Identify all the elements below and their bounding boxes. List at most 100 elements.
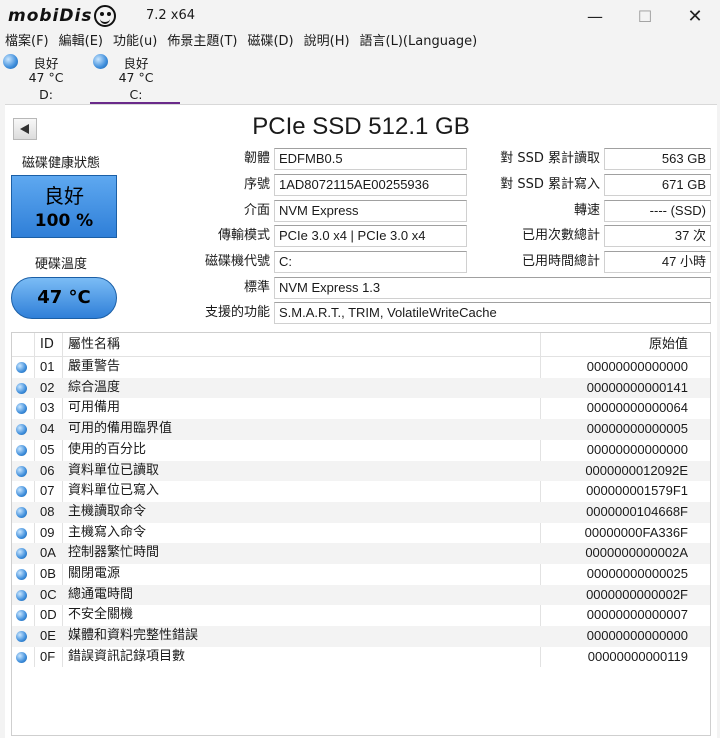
status-dot-icon [16,486,27,498]
attribute-id: 05 [40,441,55,457]
rotation-label: 轉速 [573,203,600,218]
transfer-mode-value: PCIe 3.0 x4 | PCIe 3.0 x4 [274,225,467,247]
table-row[interactable]: 04 可用的備用臨界值 00000000000005 [12,419,710,440]
attribute-id: 0D [40,607,57,623]
attribute-raw-value: 00000000000141 [586,379,688,395]
attribute-raw-value: 00000000000005 [586,421,688,437]
logo-text: mobiDis [8,6,93,26]
temperature-label: 硬碟溫度 [34,257,87,272]
health-percent: 100 % [34,211,94,231]
close-button[interactable]: ✕ [670,0,720,32]
status-dot-icon [93,54,108,69]
attribute-name: 主機寫入命令 [68,524,147,540]
attribute-id: 01 [40,359,55,374]
status-dot-icon [16,610,27,622]
attribute-raw-value: 0000000000002A [585,545,688,561]
attribute-raw-value: 000000001579F1 [586,483,688,499]
drive-letter: D: [39,87,53,102]
table-row[interactable]: 05 使用的百分比 00000000000000 [12,440,710,461]
table-row[interactable]: 0A 控制器繁忙時間 0000000000002A [12,543,710,564]
status-dot-icon [16,362,27,373]
table-row[interactable]: 0F 錯誤資訊記錄項目數 00000000000119 [12,647,710,668]
status-dot-icon [16,589,27,601]
attribute-name: 總通電時間 [68,586,134,602]
attribute-id: 0C [40,586,57,602]
main-panel: PCIe SSD 512.1 GB 磁碟健康狀態 良好 100 % 硬碟溫度 4… [5,104,717,738]
interface-label: 介面 [243,203,270,218]
attribute-id: 07 [40,483,55,499]
attribute-id: 04 [40,421,55,437]
table-row[interactable]: 01 嚴重警告 00000000000000 [12,357,710,378]
attribute-id: 0F [40,648,56,664]
attribute-raw-value: 00000000000000 [586,441,688,457]
drive-tab-d[interactable]: 良好 47 °C D: [0,52,90,104]
attribute-name: 不安全關機 [68,607,134,623]
attribute-name: 關閉電源 [68,566,121,581]
maximize-button[interactable]: ☐ [620,0,670,32]
table-row[interactable]: 0E 媒體和資料完整性錯誤 00000000000000 [12,626,710,647]
maximize-icon: ☐ [637,6,653,26]
features-value: S.M.A.R.T., TRIM, VolatileWriteCache [274,302,711,324]
status-dot-icon [16,424,27,436]
total-reads-label: 對 SSD 累計讀取 [500,151,600,166]
menu-language[interactable]: 語言(L)(Language) [355,32,483,52]
column-header-id[interactable]: ID [40,333,54,357]
table-header: ID 屬性名稱 原始值 [12,333,710,357]
attribute-id: 08 [40,503,55,519]
column-header-name[interactable]: 屬性名稱 [68,333,120,357]
drive-temp: 47 °C [118,70,154,85]
attribute-raw-value: 00000000000119 [587,648,688,664]
attribute-id: 06 [40,462,55,478]
attribute-raw-value: 00000000000000 [586,359,688,374]
firmware-label: 韌體 [243,151,270,166]
menu-disk[interactable]: 磁碟(D) [242,32,298,52]
attribute-name: 可用的備用臨界值 [68,421,173,437]
attribute-raw-value: 00000000000025 [586,566,688,581]
total-reads-value: 563 GB [604,148,711,170]
table-row[interactable]: 07 資料單位已寫入 000000001579F1 [12,481,710,502]
table-row[interactable]: 08 主機讀取命令 0000000104668F [12,501,710,523]
attribute-name: 媒體和資料完整性錯誤 [68,628,199,644]
table-row[interactable]: 09 主機寫入命令 00000000FA336F [12,523,710,544]
health-status-box[interactable]: 良好 100 % [11,175,117,238]
menu-help[interactable]: 說明(H) [299,32,355,52]
transfer-mode-label: 傳輸模式 [217,228,270,243]
attribute-name: 控制器繁忙時間 [68,545,160,561]
smart-attribute-table[interactable]: ID 屬性名稱 原始值 01 嚴重警告 00000000000000 02 綜合溫度 0… [11,332,711,736]
table-row[interactable]: 0D 不安全關機 00000000000007 [12,605,710,626]
status-dot-icon [16,651,27,663]
table-row[interactable]: 0B 關閉電源 00000000000025 [12,564,710,585]
table-row[interactable]: 03 可用備用 00000000000064 [12,398,710,419]
temperature-value[interactable]: 47 °C [11,277,117,319]
menu-theme[interactable]: 佈景主題(T) [162,32,242,52]
attribute-id: 0E [40,628,56,644]
attribute-name: 可用備用 [68,400,121,416]
previous-disk-button[interactable] [13,118,37,140]
attribute-name: 綜合溫度 [68,379,121,395]
drive-letter: C: [129,87,143,102]
disk-model: PCIe SSD 512.1 GB [252,113,470,140]
standard-value: NVM Express 1.3 [274,277,711,299]
app-logo: mobiDis [8,4,117,28]
menu-edit[interactable]: 編輯(E) [54,32,108,52]
table-row[interactable]: 06 資料單位已讀取 0000000012092E [12,460,710,482]
features-label: 支援的功能 [204,305,270,320]
attribute-id: 03 [40,400,55,416]
status-dot-icon [16,548,27,560]
attribute-raw-value: 00000000000064 [586,400,688,416]
menu-function[interactable]: 功能(u) [108,32,162,52]
table-row[interactable]: 02 綜合溫度 00000000000141 [12,377,710,399]
attribute-raw-value: 0000000104668F [586,503,688,519]
drive-tab-c[interactable]: 良好 47 °C C: [90,52,180,104]
table-row[interactable]: 0C 總通電時間 0000000000002F [12,584,710,606]
status-dot-icon [16,444,27,456]
attribute-name: 使用的百分比 [68,441,147,457]
attribute-name: 資料單位已寫入 [68,483,160,499]
status-dot-icon [16,527,27,539]
power-on-hours-value: 47 小時 [604,251,711,273]
column-header-raw[interactable]: 原始值 [649,333,688,357]
attribute-raw-value: 00000000000007 [586,607,688,623]
minimize-button[interactable]: — [570,0,620,32]
attribute-name: 嚴重警告 [68,359,121,374]
menu-file[interactable]: 檔案(F) [0,32,54,52]
